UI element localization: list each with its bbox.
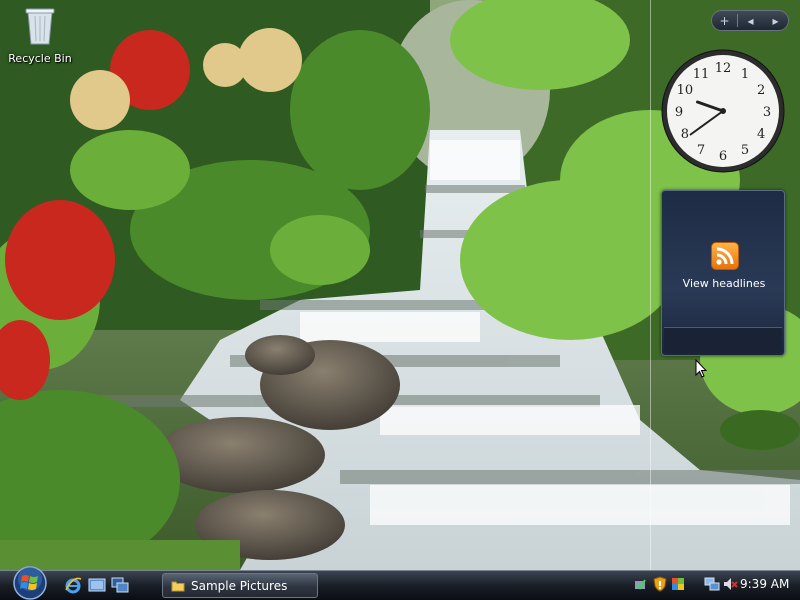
safely-remove-icon[interactable] <box>632 576 648 592</box>
taskbar-button-sample-pictures[interactable]: Sample Pictures <box>162 573 318 598</box>
desktop-icon-recycle-bin[interactable]: Recycle Bin <box>4 4 76 65</box>
network-icon[interactable] <box>704 576 720 592</box>
next-page-button[interactable]: ▸ <box>763 11 788 30</box>
mouse-pointer-icon <box>695 359 707 378</box>
clock-numeral: 8 <box>681 127 689 142</box>
windows-orb-icon[interactable] <box>9 565 51 600</box>
security-shield-icon[interactable] <box>652 576 668 592</box>
clock-numeral: 3 <box>763 105 771 120</box>
clock-numeral: 12 <box>715 61 732 76</box>
clock-numeral: 5 <box>741 143 749 158</box>
add-gadget-button[interactable]: + <box>712 11 737 30</box>
clock-gadget[interactable]: 1234567891011 12 <box>660 48 786 174</box>
sidebar-controls: + ◂ ▸ <box>711 10 789 31</box>
clock-numeral: 11 <box>693 67 710 82</box>
clock-numeral: 4 <box>757 127 765 142</box>
gadget-footer <box>664 327 782 353</box>
internet-explorer-icon[interactable] <box>64 576 82 594</box>
clock-numeral: 9 <box>675 105 683 120</box>
clock-numeral: 6 <box>719 149 727 164</box>
folder-icon <box>171 581 185 591</box>
sidebar-edge <box>650 0 651 570</box>
recycle-bin-icon <box>25 8 55 45</box>
desktop-icon-label: Recycle Bin <box>8 52 72 65</box>
windows-update-icon[interactable] <box>670 576 686 592</box>
clock-numeral: 1 <box>741 67 749 82</box>
show-desktop-icon[interactable] <box>88 576 106 594</box>
rss-icon <box>711 242 739 270</box>
clock-numeral: 10 <box>677 83 694 98</box>
feed-headlines-gadget[interactable]: View headlines <box>661 190 785 356</box>
clock-numeral: 7 <box>697 143 705 158</box>
view-headlines-link[interactable]: View headlines <box>662 277 786 290</box>
switch-windows-icon[interactable] <box>111 576 129 594</box>
clock-numeral: 2 <box>757 83 765 98</box>
previous-page-button[interactable]: ◂ <box>738 11 763 30</box>
task-label: Sample Pictures <box>191 578 288 593</box>
taskbar-clock[interactable]: 9:39 AM <box>740 577 789 591</box>
volume-muted-icon[interactable] <box>722 576 738 592</box>
